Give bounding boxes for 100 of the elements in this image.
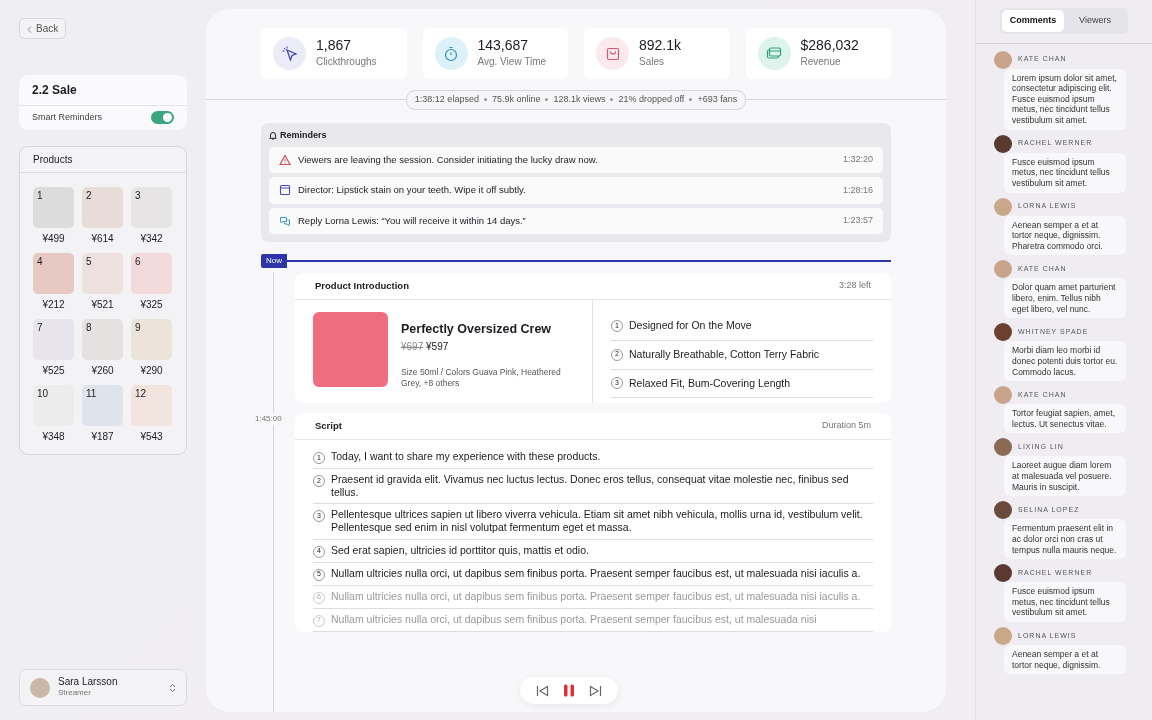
- product-tile[interactable]: 8 ¥260: [82, 318, 123, 378]
- product-price: ¥325: [140, 297, 163, 312]
- price: ¥597: [426, 340, 449, 352]
- status-text: +693 fans: [697, 93, 738, 106]
- tab[interactable]: Comments: [1002, 10, 1064, 32]
- product-price: ¥212: [42, 297, 65, 312]
- script-line: Sed erat sapien, ultricies id porttitor quis, mattis et odio.: [331, 543, 589, 558]
- product-tile[interactable]: 3 ¥342: [131, 186, 172, 246]
- avatar: [994, 564, 1012, 583]
- duration: Duration 5m: [821, 418, 871, 432]
- product-tile[interactable]: 4 ¥212: [33, 252, 74, 312]
- timestamp: 1:45:00: [255, 412, 282, 425]
- stat-value: $286,032: [800, 38, 859, 54]
- selling-point: Designed for On the Move: [629, 318, 752, 333]
- status-text: 128.1k views: [553, 93, 606, 106]
- script-line: Nullam ultricies nulla orci, ut dapibus sem finibus porta. Praesent semper faucibus est, ut malesuada nisi: [331, 612, 817, 627]
- status-text: 1:38:12 elapsed: [414, 93, 479, 106]
- product-tile[interactable]: 11 ¥187: [82, 384, 123, 444]
- back-button[interactable]: Back: [19, 18, 67, 39]
- product-price: ¥290: [140, 363, 163, 378]
- smart-reminders-label: Smart Reminders: [32, 111, 103, 124]
- avatar: [994, 134, 1012, 153]
- reminder-item[interactable]: Reply Lorna Lewis: “You will receive it within 14 days.” 1:23:57: [269, 207, 883, 234]
- old-price: ¥697: [401, 340, 424, 352]
- product-tile[interactable]: 12 ¥543: [131, 384, 172, 444]
- product-number: 6: [135, 255, 141, 267]
- reminder-text: Reply Lorna Lewis: “You will receive it within 14 days.”: [298, 213, 526, 228]
- product-price: ¥499: [42, 231, 65, 246]
- user-name: Sara Larsson: [58, 676, 118, 687]
- status-text: 75.9k online: [491, 93, 541, 106]
- reminder-item[interactable]: Viewers are leaving the session. Consider initiating the lucky draw now. 1:32:20: [269, 147, 883, 174]
- script-line: Nullam ultricies nulla orci, ut dapibus sem finibus porta. Praesent semper faucibus est, ut malesuada nisi iaculis a.: [331, 589, 861, 604]
- product-number: 7: [37, 321, 43, 333]
- card-title: Script: [315, 418, 342, 433]
- comment-bubble: Lorem ipsum dolor sit amet, consectetur adipiscing elit. Fusce euismod ipsum metus, nec tincidunt tellus vestibulum sit amet.: [1004, 68, 1126, 130]
- avatar: [994, 627, 1012, 645]
- script-line: Praesent id gravida elit. Vivamus nec luctus lectus. Donec eros tellus, consequat vitae molestie nec, finibus sed tellus.: [331, 473, 850, 500]
- user-role: Streamer: [58, 687, 92, 699]
- product-tile[interactable]: 7 ¥525: [33, 318, 74, 378]
- cursor-icon: [280, 44, 299, 63]
- tab[interactable]: Viewers: [1064, 10, 1126, 32]
- product-number: 12: [135, 387, 147, 399]
- reminder-time: 1:32:20: [842, 153, 873, 167]
- product-price: ¥614: [91, 231, 114, 246]
- product-tile[interactable]: 2 ¥614: [82, 186, 123, 246]
- product-tile[interactable]: 1 ¥499: [33, 186, 74, 246]
- stat-label: Avg. View Time: [477, 54, 547, 69]
- product-price: ¥348: [42, 429, 65, 444]
- stat-value: 1,867: [316, 38, 353, 54]
- avatar: [994, 50, 1012, 69]
- product-price: ¥543: [140, 429, 163, 444]
- comment-bubble: Aenean semper a et at tortor neque, dignissim. Pharetra commodo orci.: [1004, 215, 1126, 256]
- product-tile[interactable]: 5 ¥521: [82, 252, 123, 312]
- stat-label: Revenue: [800, 54, 842, 69]
- product-details: Size 50ml / Colors Guava Pink, Heathered Grey, +8 others: [401, 366, 562, 389]
- product-price: ¥187: [91, 429, 114, 444]
- reminder-text: Viewers are leaving the session. Consider initiating the lucky draw now.: [298, 153, 598, 167]
- product-price: ¥342: [140, 231, 163, 246]
- time-left: 3:28 left: [838, 278, 871, 292]
- comment-bubble: Laoreet augue diam lorem at malesuada vel posuere. Mauris in suscipit.: [1004, 456, 1126, 497]
- avatar: [994, 386, 1012, 405]
- script-line: Today, I want to share my experience with these products.: [331, 450, 601, 465]
- script-line: Pellentesque ultrices sapien ut libero viverra vehicula. Etiam sit amet nibh vehicula, mollis urna id, vestibulum velit. Pellentesque sed enim in nisl volutpat fermentum eget et massa.: [331, 508, 864, 535]
- product-number: 1: [37, 189, 43, 201]
- now-marker: Now: [261, 253, 287, 268]
- product-tile[interactable]: 6 ¥325: [131, 252, 172, 312]
- reminders-title: Reminders: [280, 128, 327, 142]
- stopwatch-icon: [442, 44, 460, 63]
- stat-label: Clickthroughs: [316, 54, 377, 69]
- previous-button[interactable]: [536, 684, 549, 697]
- product-name: Perfectly Oversized Crew: [401, 321, 553, 338]
- reminder-text: Director: Lipstick stain on your teeth. Wipe it off subtly.: [298, 183, 526, 198]
- avatar: [994, 323, 1012, 342]
- comment-bubble: Fermentum praesent elit in ac dolor orci non cras ut tempus nulla mauris neque.: [1004, 519, 1126, 560]
- product-number: 10: [37, 387, 49, 399]
- stat-label: Sales: [639, 54, 665, 69]
- avatar: [994, 501, 1012, 520]
- toggle-switch[interactable]: [151, 111, 174, 125]
- selling-point: Relaxed Fit, Bum-Covering Length: [629, 375, 791, 391]
- product-tile[interactable]: 10 ¥348: [33, 384, 74, 444]
- avatar: [30, 677, 50, 698]
- selling-point: Naturally Breathable, Cotton Terry Fabric: [629, 346, 820, 362]
- product-price: ¥521: [91, 297, 114, 312]
- event-title: 2.2 Sale: [19, 75, 187, 106]
- next-button[interactable]: [589, 684, 602, 697]
- card-title: Product Introduction: [315, 278, 409, 293]
- product-number: 5: [86, 255, 92, 267]
- status-text: 21% dropped off: [618, 93, 685, 106]
- product-number: 4: [37, 255, 43, 267]
- user-switcher[interactable]: Sara Larsson Streamer: [19, 669, 187, 706]
- reminder-item[interactable]: Director: Lipstick stain on your teeth. Wipe it off subtly. 1:28:16: [269, 177, 883, 204]
- product-number: 2: [86, 189, 92, 201]
- product-tile[interactable]: 9 ¥290: [131, 318, 172, 378]
- comment-bubble: Dolor quam amet parturient libero, enim. Tellus nibh eget libero, vel nunc.: [1004, 278, 1126, 319]
- pause-button[interactable]: [563, 684, 575, 697]
- chevron-left-icon: [27, 25, 32, 33]
- chevron-icon: [169, 682, 176, 693]
- bell-icon: [269, 130, 277, 140]
- reminder-time: 1:23:57: [842, 213, 873, 227]
- product-number: 11: [86, 387, 97, 399]
